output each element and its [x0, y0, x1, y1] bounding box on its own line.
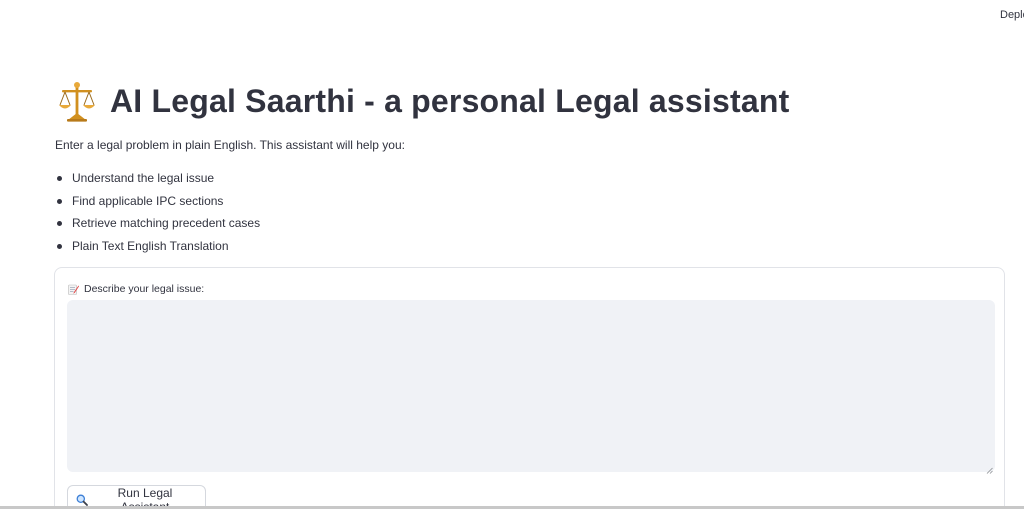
page-title: AI Legal Saarthi - a personal Legal assi… [110, 82, 790, 119]
title-row: AI Legal Saarthi - a personal Legal assi… [58, 80, 789, 122]
magnifier-icon [76, 494, 88, 506]
app-page: Deplo AI Legal Saarthi - a personal Lega… [0, 0, 1024, 509]
issue-field-label: Describe your legal issue: [68, 283, 204, 295]
feature-item-ipc-sections: Find applicable IPC sections [55, 190, 260, 213]
intro-text: Enter a legal problem in plain English. … [55, 138, 405, 152]
balance-scale-icon [58, 80, 96, 122]
memo-icon [68, 284, 79, 295]
feature-item-understand: Understand the legal issue [55, 167, 260, 190]
textarea-resize-handle[interactable] [986, 461, 993, 474]
feature-item-translation: Plain Text English Translation [55, 235, 260, 258]
feature-item-precedents: Retrieve matching precedent cases [55, 212, 260, 235]
issue-field-label-text: Describe your legal issue: [84, 283, 205, 295]
legal-issue-textarea[interactable] [67, 300, 995, 472]
feature-list: Understand the legal issue Find applicab… [55, 167, 260, 257]
deploy-button[interactable]: Deplo [1000, 9, 1024, 21]
